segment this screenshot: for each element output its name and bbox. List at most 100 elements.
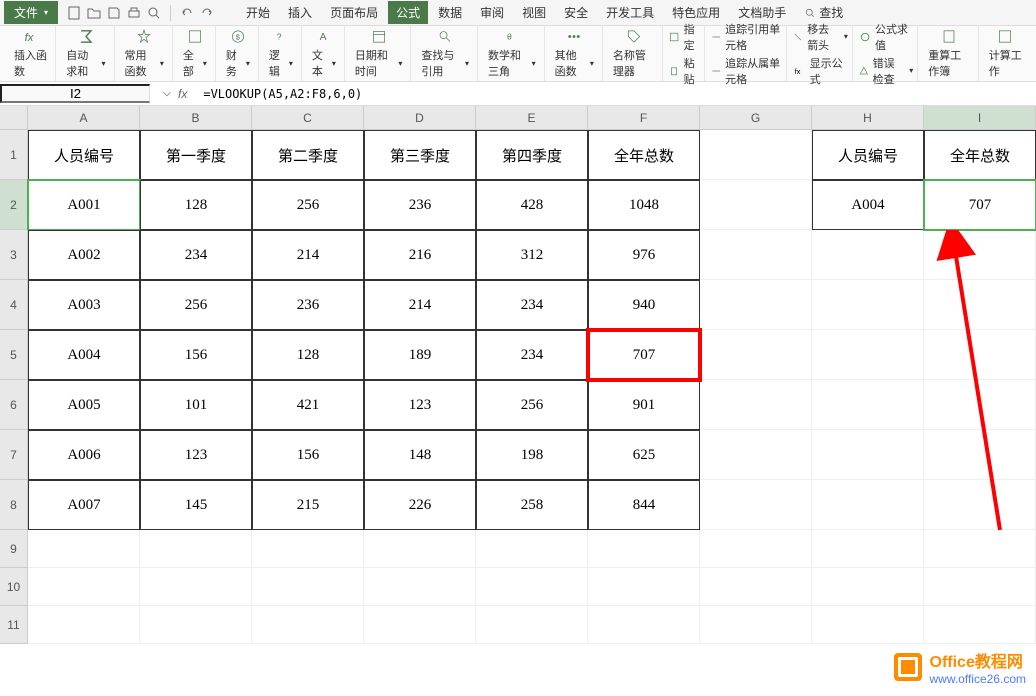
cell-A4[interactable]: A003	[28, 280, 140, 330]
cell-C1[interactable]: 第二季度	[252, 130, 364, 180]
undo-icon[interactable]	[179, 5, 195, 21]
ribbon-finance[interactable]: $ 财务▾	[218, 26, 259, 81]
cell-D3[interactable]: 216	[364, 230, 476, 280]
row-header-5[interactable]: 5	[0, 330, 28, 380]
tab-start[interactable]: 开始	[238, 1, 278, 24]
cell-D11[interactable]	[364, 606, 476, 644]
cell-G1[interactable]	[700, 130, 812, 180]
cell-B11[interactable]	[140, 606, 252, 644]
tab-view[interactable]: 视图	[514, 1, 554, 24]
col-header-D[interactable]: D	[364, 106, 476, 130]
ribbon-show-formula[interactable]: fx显示公式	[793, 55, 847, 87]
tab-review[interactable]: 审阅	[472, 1, 512, 24]
cell-F9[interactable]	[588, 530, 700, 568]
cell-B8[interactable]: 145	[140, 480, 252, 530]
ribbon-common[interactable]: 常用函数▾	[117, 26, 173, 81]
cell-E10[interactable]	[476, 568, 588, 606]
col-header-I[interactable]: I	[924, 106, 1036, 130]
ribbon-all[interactable]: 全部▾	[175, 26, 216, 81]
cell-A10[interactable]	[28, 568, 140, 606]
cell-C6[interactable]: 421	[252, 380, 364, 430]
new-icon[interactable]	[66, 5, 82, 21]
cell-G7[interactable]	[700, 430, 812, 480]
cell-G8[interactable]	[700, 480, 812, 530]
ribbon-lookup[interactable]: 查找与引用▾	[413, 26, 478, 81]
ribbon-remove-arrows[interactable]: 移去箭头▾	[793, 21, 847, 53]
cell-I7[interactable]	[924, 430, 1036, 480]
cell-B5[interactable]: 156	[140, 330, 252, 380]
cell-A9[interactable]	[28, 530, 140, 568]
cell-H9[interactable]	[812, 530, 924, 568]
cell-G3[interactable]	[700, 230, 812, 280]
cell-I8[interactable]	[924, 480, 1036, 530]
cell-I3[interactable]	[924, 230, 1036, 280]
cell-A1[interactable]: 人员编号	[28, 130, 140, 180]
name-box[interactable]	[0, 84, 150, 103]
ribbon-other[interactable]: 其他函数▾	[547, 26, 603, 81]
cell-G5[interactable]	[700, 330, 812, 380]
ribbon-datetime[interactable]: 日期和时间▾	[347, 26, 412, 81]
cell-I10[interactable]	[924, 568, 1036, 606]
cell-F8[interactable]: 844	[588, 480, 700, 530]
cell-C9[interactable]	[252, 530, 364, 568]
cell-E2[interactable]: 428	[476, 180, 588, 230]
cell-F10[interactable]	[588, 568, 700, 606]
cell-H8[interactable]	[812, 480, 924, 530]
ribbon-recalc[interactable]: 重算工作簿	[920, 26, 979, 81]
file-menu[interactable]: 文件 ▾	[4, 1, 58, 24]
cell-C8[interactable]: 215	[252, 480, 364, 530]
cell-B10[interactable]	[140, 568, 252, 606]
cell-C7[interactable]: 156	[252, 430, 364, 480]
ribbon-autosum[interactable]: 自动求和▾	[58, 26, 114, 81]
cell-E6[interactable]: 256	[476, 380, 588, 430]
tab-devtools[interactable]: 开发工具	[598, 1, 662, 24]
cell-H1[interactable]: 人员编号	[812, 130, 924, 180]
ribbon-text[interactable]: A 文本▾	[304, 26, 345, 81]
tab-data[interactable]: 数据	[430, 1, 470, 24]
cell-H11[interactable]	[812, 606, 924, 644]
row-header-9[interactable]: 9	[0, 530, 28, 568]
tab-insert[interactable]: 插入	[280, 1, 320, 24]
ribbon-logic[interactable]: ? 逻辑▾	[261, 26, 302, 81]
cell-F7[interactable]: 625	[588, 430, 700, 480]
row-header-2[interactable]: 2	[0, 180, 28, 230]
cell-E1[interactable]: 第四季度	[476, 130, 588, 180]
cell-D1[interactable]: 第三季度	[364, 130, 476, 180]
print-icon[interactable]	[126, 5, 142, 21]
cell-A8[interactable]: A007	[28, 480, 140, 530]
tab-security[interactable]: 安全	[556, 1, 596, 24]
cell-H6[interactable]	[812, 380, 924, 430]
corner[interactable]	[0, 106, 28, 130]
cell-D8[interactable]: 226	[364, 480, 476, 530]
cell-G10[interactable]	[700, 568, 812, 606]
cell-E9[interactable]	[476, 530, 588, 568]
ribbon-insert-function[interactable]: fx 插入函数	[6, 26, 56, 81]
ribbon-paste[interactable]: 粘贴	[669, 55, 699, 87]
cell-F11[interactable]	[588, 606, 700, 644]
ribbon-trace-dep[interactable]: 追踪从属单元格	[711, 55, 783, 87]
cell-G9[interactable]	[700, 530, 812, 568]
cell-F1[interactable]: 全年总数	[588, 130, 700, 180]
cell-H4[interactable]	[812, 280, 924, 330]
cell-I5[interactable]	[924, 330, 1036, 380]
row-header-4[interactable]: 4	[0, 280, 28, 330]
cell-E5[interactable]: 234	[476, 330, 588, 380]
open-icon[interactable]	[86, 5, 102, 21]
row-header-1[interactable]: 1	[0, 130, 28, 180]
cell-D7[interactable]: 148	[364, 430, 476, 480]
row-header-10[interactable]: 10	[0, 568, 28, 606]
cell-G2[interactable]	[700, 180, 812, 230]
cell-A3[interactable]: A002	[28, 230, 140, 280]
cell-C3[interactable]: 214	[252, 230, 364, 280]
cell-F5[interactable]: 707	[588, 330, 700, 380]
col-header-G[interactable]: G	[700, 106, 812, 130]
ribbon-error-check[interactable]: 错误检查▾	[859, 55, 913, 87]
cell-C5[interactable]: 128	[252, 330, 364, 380]
col-header-B[interactable]: B	[140, 106, 252, 130]
row-header-8[interactable]: 8	[0, 480, 28, 530]
cell-A2[interactable]: A001	[28, 180, 140, 230]
row-header-6[interactable]: 6	[0, 380, 28, 430]
row-header-11[interactable]: 11	[0, 606, 28, 644]
cell-B4[interactable]: 256	[140, 280, 252, 330]
cell-C10[interactable]	[252, 568, 364, 606]
